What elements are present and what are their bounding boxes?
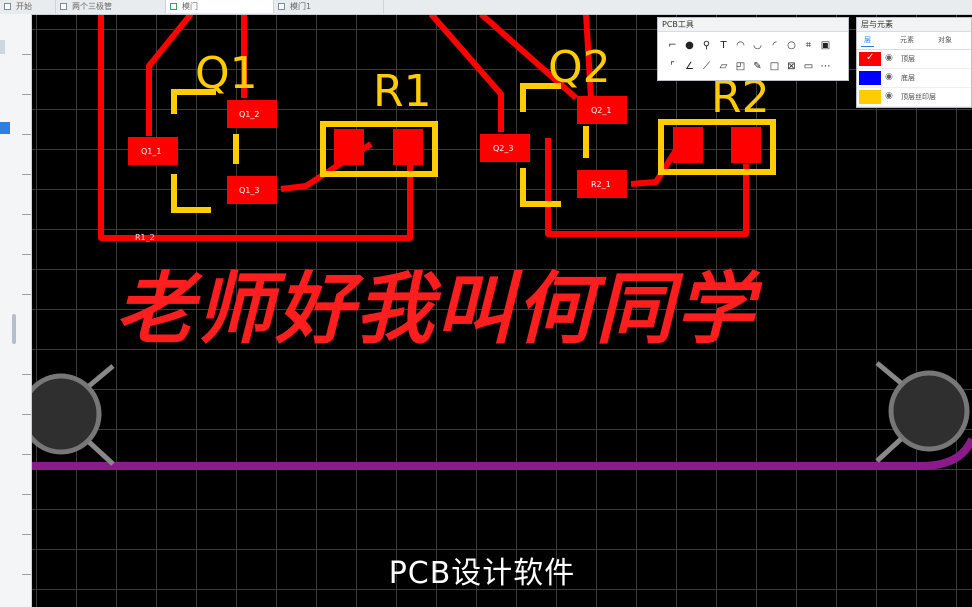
pcb-icon: [278, 3, 285, 10]
eye-icon[interactable]: ◉: [885, 91, 893, 101]
pads[interactable]: [128, 96, 761, 204]
wire-icon[interactable]: ⌐: [664, 35, 681, 56]
overlay-subtitle: PCB设计软件: [388, 556, 576, 591]
corner-icon[interactable]: ⌜: [664, 56, 681, 77]
tab-two-transistors[interactable]: 两个三极管: [56, 0, 166, 13]
designator-q2: Q2: [548, 42, 611, 93]
line-icon[interactable]: ⟋: [698, 56, 715, 77]
pad-label: Q1_1: [141, 147, 161, 156]
ruler-tick: [22, 534, 31, 535]
rect-icon[interactable]: □: [766, 56, 783, 77]
layer-row-top[interactable]: ✓ ◉ 顶层: [857, 50, 971, 69]
vertical-ruler: [0, 14, 32, 607]
pad-label: Q1_2: [239, 110, 259, 119]
angle-icon[interactable]: ∠: [681, 56, 698, 77]
measure-icon[interactable]: ⌗: [800, 35, 817, 56]
tab-pcb-2[interactable]: 模门1: [274, 0, 384, 13]
pcb-tools-grid: ⌐ ● ⚲ T ◠ ◡ ◜ ○ ⌗ ▣ ⌜ ∠ ⟋ ▱ ◰ ✎ □ ⊠ ▭ ⋯: [658, 32, 848, 77]
pad-label: R2_1: [591, 180, 611, 189]
layer-color-swatch[interactable]: ✓: [859, 52, 881, 66]
layers-panel: 层与元素 层 元素 对象 ✓ ◉ 顶层 ◉ 底层 ◉ 顶层丝印层: [856, 17, 972, 108]
tab-pcb-active[interactable]: 模门: [166, 0, 274, 13]
arc-ccw-icon[interactable]: ◜: [766, 35, 783, 56]
traces-left[interactable]: [98, 14, 504, 241]
more-icon[interactable]: ⋯: [817, 56, 834, 77]
panel-resize-handle[interactable]: [12, 314, 16, 344]
ruler-tick: [22, 134, 31, 135]
pcb-tools-panel: PCB工具 ⌐ ● ⚲ T ◠ ◡ ◜ ○ ⌗ ▣ ⌜ ∠ ⟋ ▱ ◰ ✎ □ ⊠ ▭ ⋯: [657, 17, 849, 81]
eye-icon[interactable]: ◉: [885, 72, 893, 82]
layer-color-swatch[interactable]: [859, 71, 881, 85]
ruler-tick: [22, 54, 31, 55]
document-tab-bar: 开始 两个三极管 模门 模门1: [0, 0, 972, 15]
ruler-tick: [22, 454, 31, 455]
cross-icon[interactable]: ⊠: [783, 56, 800, 77]
pad-label: R1_2: [135, 233, 155, 242]
schematic-icon: [60, 3, 67, 10]
home-icon: [4, 3, 11, 10]
ruler-tick: [22, 174, 31, 175]
probe-icon[interactable]: ⚲: [698, 35, 715, 56]
mounting-hole-right[interactable]: [875, 361, 970, 463]
pad-label: Q2_1: [591, 106, 611, 115]
pad-r2-1: [673, 127, 703, 163]
pad-r1-2: [393, 129, 423, 165]
pad-label: Q1_3: [239, 186, 259, 195]
layers-panel-tabs: 层 元素 对象: [857, 32, 971, 50]
pad-r1-1: [334, 129, 364, 165]
designator-r1: R1: [373, 66, 432, 117]
layer-name: 顶层: [901, 55, 915, 63]
layer-row-top-silkscreen[interactable]: ◉ 顶层丝印层: [857, 88, 971, 107]
active-layer-check-icon: ✓: [866, 52, 875, 63]
layer-row-bottom[interactable]: ◉ 底层: [857, 69, 971, 88]
polygon-icon[interactable]: ▱: [715, 56, 732, 77]
ruler-marker: [0, 40, 5, 54]
pen-icon[interactable]: ✎: [749, 56, 766, 77]
mounting-hole-left[interactable]: [31, 364, 115, 466]
layer-name: 底层: [901, 74, 915, 82]
ruler-tick: [22, 374, 31, 375]
overlay-caption: 老师好我叫何同学: [110, 265, 774, 355]
ruler-tick: [22, 414, 31, 415]
designator-q1: Q1: [195, 48, 258, 99]
arc-icon[interactable]: ◠: [732, 35, 749, 56]
circle-icon[interactable]: ○: [783, 35, 800, 56]
text-tool-icon[interactable]: T: [715, 35, 732, 56]
ruler-tick: [22, 94, 31, 95]
ruler-tick: [22, 574, 31, 575]
ruler-tick: [22, 214, 31, 215]
pad-label: Q2_3: [493, 144, 513, 153]
ruler-tick: [22, 494, 31, 495]
pcb-icon: [170, 3, 177, 10]
tab-elements[interactable]: 元素: [897, 35, 917, 46]
pcb-tools-title: PCB工具: [658, 18, 848, 32]
frame-icon[interactable]: ▭: [800, 56, 817, 77]
tab-start[interactable]: 开始: [0, 0, 56, 13]
layers-panel-title: 层与元素: [857, 18, 971, 32]
image-icon[interactable]: ▣: [817, 35, 834, 56]
tab-layers[interactable]: 层: [861, 35, 874, 47]
ruler-position-marker: [0, 122, 10, 134]
pad-r2-2: [731, 127, 761, 163]
board-outline: [31, 437, 972, 470]
layer-color-swatch[interactable]: [859, 90, 881, 104]
copper-area-icon[interactable]: ◰: [732, 56, 749, 77]
eye-icon[interactable]: ◉: [885, 53, 893, 63]
layer-name: 顶层丝印层: [901, 93, 936, 101]
ruler-tick: [22, 294, 31, 295]
arc-cw-icon[interactable]: ◡: [749, 35, 766, 56]
via-icon[interactable]: ●: [681, 35, 698, 56]
tab-objects[interactable]: 对象: [935, 35, 955, 46]
ruler-tick: [22, 254, 31, 255]
